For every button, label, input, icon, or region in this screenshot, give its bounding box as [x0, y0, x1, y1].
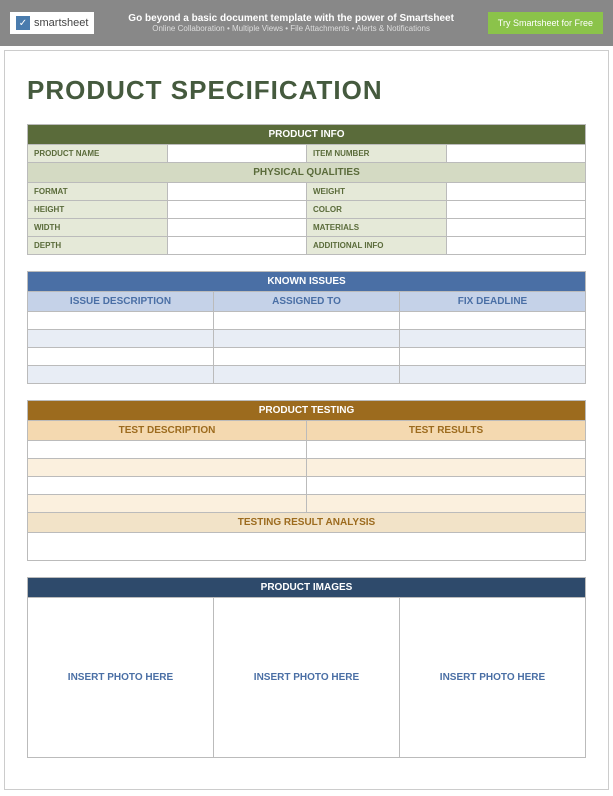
- depth-label: DEPTH: [28, 237, 168, 255]
- materials-label: MATERIALS: [307, 219, 447, 237]
- banner-subtitle: Online Collaboration • Multiple Views • …: [104, 24, 477, 33]
- photo-placeholder[interactable]: INSERT PHOTO HERE: [28, 598, 214, 758]
- document-sheet: PRODUCT SPECIFICATION PRODUCT INFO PRODU…: [4, 50, 609, 790]
- width-label: WIDTH: [28, 219, 168, 237]
- item-number-value[interactable]: [446, 145, 586, 163]
- issue-desc-cell[interactable]: [28, 366, 214, 384]
- table-row: [28, 366, 586, 384]
- photo-placeholder[interactable]: INSERT PHOTO HERE: [214, 598, 400, 758]
- fix-deadline-header: FIX DEADLINE: [400, 292, 586, 312]
- additional-info-label: ADDITIONAL INFO: [307, 237, 447, 255]
- banner-text: Go beyond a basic document template with…: [104, 13, 477, 33]
- product-images-header: PRODUCT IMAGES: [28, 578, 586, 598]
- known-issues-table: KNOWN ISSUES ISSUE DESCRIPTION ASSIGNED …: [27, 271, 586, 384]
- page-title: PRODUCT SPECIFICATION: [27, 75, 586, 106]
- test-desc-cell[interactable]: [28, 495, 307, 513]
- table-row: [28, 477, 586, 495]
- additional-info-value[interactable]: [446, 237, 586, 255]
- issue-deadline-cell[interactable]: [400, 366, 586, 384]
- analysis-header: TESTING RESULT ANALYSIS: [28, 513, 586, 533]
- product-name-value[interactable]: [167, 145, 307, 163]
- banner-title: Go beyond a basic document template with…: [104, 13, 477, 24]
- height-value[interactable]: [167, 201, 307, 219]
- logo-text: smartsheet: [34, 17, 88, 29]
- test-desc-cell[interactable]: [28, 477, 307, 495]
- color-label: COLOR: [307, 201, 447, 219]
- test-results-cell[interactable]: [307, 477, 586, 495]
- test-results-cell[interactable]: [307, 495, 586, 513]
- issue-assigned-cell[interactable]: [214, 366, 400, 384]
- product-info-table: PRODUCT INFO PRODUCT NAME ITEM NUMBER PH…: [27, 124, 586, 255]
- materials-value[interactable]: [446, 219, 586, 237]
- depth-value[interactable]: [167, 237, 307, 255]
- assigned-to-header: ASSIGNED TO: [214, 292, 400, 312]
- physical-qualities-header: PHYSICAL QUALITIES: [28, 163, 586, 183]
- issue-deadline-cell[interactable]: [400, 348, 586, 366]
- issue-assigned-cell[interactable]: [214, 330, 400, 348]
- test-results-cell[interactable]: [307, 441, 586, 459]
- top-banner: ✓ smartsheet Go beyond a basic document …: [0, 0, 613, 46]
- table-row: [28, 495, 586, 513]
- product-images-table: PRODUCT IMAGES INSERT PHOTO HERE INSERT …: [27, 577, 586, 758]
- issue-desc-header: ISSUE DESCRIPTION: [28, 292, 214, 312]
- format-value[interactable]: [167, 183, 307, 201]
- analysis-value[interactable]: [28, 533, 586, 561]
- test-desc-header: TEST DESCRIPTION: [28, 421, 307, 441]
- product-info-header: PRODUCT INFO: [28, 125, 586, 145]
- test-desc-cell[interactable]: [28, 441, 307, 459]
- color-value[interactable]: [446, 201, 586, 219]
- table-row: [28, 330, 586, 348]
- issue-desc-cell[interactable]: [28, 348, 214, 366]
- issue-desc-cell[interactable]: [28, 330, 214, 348]
- check-icon: ✓: [16, 16, 30, 30]
- product-testing-header: PRODUCT TESTING: [28, 401, 586, 421]
- table-row: [28, 348, 586, 366]
- weight-label: WEIGHT: [307, 183, 447, 201]
- test-results-cell[interactable]: [307, 459, 586, 477]
- issue-deadline-cell[interactable]: [400, 312, 586, 330]
- item-number-label: ITEM NUMBER: [307, 145, 447, 163]
- table-row: [28, 441, 586, 459]
- format-label: FORMAT: [28, 183, 168, 201]
- table-row: [28, 459, 586, 477]
- product-testing-table: PRODUCT TESTING TEST DESCRIPTION TEST RE…: [27, 400, 586, 561]
- issue-deadline-cell[interactable]: [400, 330, 586, 348]
- issue-assigned-cell[interactable]: [214, 312, 400, 330]
- height-label: HEIGHT: [28, 201, 168, 219]
- photo-placeholder[interactable]: INSERT PHOTO HERE: [400, 598, 586, 758]
- issue-desc-cell[interactable]: [28, 312, 214, 330]
- issue-assigned-cell[interactable]: [214, 348, 400, 366]
- product-name-label: PRODUCT NAME: [28, 145, 168, 163]
- try-free-button[interactable]: Try Smartsheet for Free: [488, 12, 603, 34]
- known-issues-header: KNOWN ISSUES: [28, 272, 586, 292]
- weight-value[interactable]: [446, 183, 586, 201]
- logo: ✓ smartsheet: [10, 12, 94, 34]
- table-row: [28, 312, 586, 330]
- width-value[interactable]: [167, 219, 307, 237]
- test-results-header: TEST RESULTS: [307, 421, 586, 441]
- test-desc-cell[interactable]: [28, 459, 307, 477]
